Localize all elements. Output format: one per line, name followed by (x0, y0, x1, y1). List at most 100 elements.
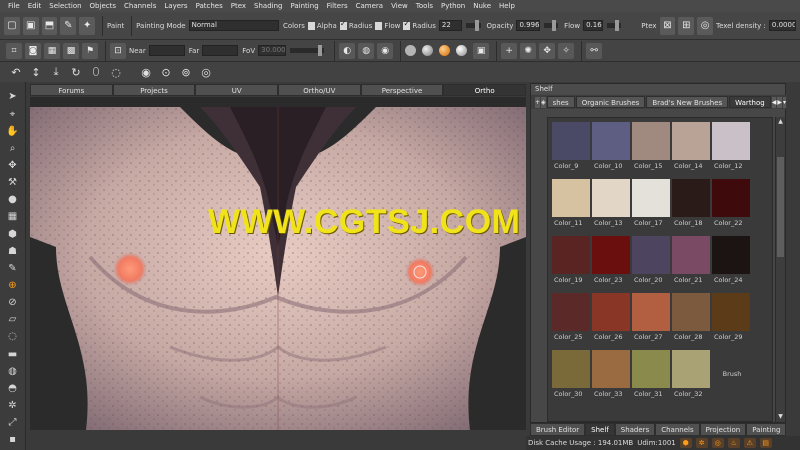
flow-checkbox[interactable] (403, 19, 411, 30)
opacity-input[interactable]: 0.996 (516, 20, 541, 31)
wireframe-icon[interactable]: ◍ (358, 42, 375, 59)
shelf-next-icon[interactable]: ▶ (777, 96, 782, 108)
full-shaded-sphere-icon[interactable] (439, 45, 451, 56)
menu-item-objects[interactable]: Objects (86, 0, 120, 12)
scale-icon[interactable]: ⬯ (88, 64, 104, 80)
menu-item-ptex[interactable]: Ptex (227, 0, 250, 12)
fov-input[interactable]: 30.000 (258, 45, 287, 56)
paint-brush-icon[interactable]: ⚒ (5, 176, 21, 190)
color-swatch[interactable]: Color_21 (672, 236, 710, 292)
menu-item-nuke[interactable]: Nuke (469, 0, 495, 12)
3d-viewport[interactable] (30, 97, 526, 430)
rotate-icon[interactable]: ↻ (68, 64, 84, 80)
cube-icon[interactable]: ▦ (44, 42, 60, 59)
radius-input[interactable]: 22 (438, 20, 463, 31)
lasso-icon[interactable]: ◌ (108, 64, 124, 80)
panel-tab-channels[interactable]: Channels (655, 423, 700, 436)
clone-icon[interactable]: ⊘ (5, 296, 21, 310)
fill-icon[interactable]: ◍ (5, 364, 21, 378)
flow-slider[interactable] (607, 20, 622, 31)
flat-sphere-icon[interactable] (405, 45, 417, 56)
move-light-icon[interactable]: ✥ (539, 42, 556, 59)
lit-sphere-icon[interactable] (422, 45, 434, 56)
menu-item-filters[interactable]: Filters (323, 0, 352, 12)
screenshot-icon[interactable]: ◙ (25, 42, 41, 59)
status-target-icon[interactable]: ◎ (711, 438, 724, 448)
transform-icon[interactable]: ⌖ (5, 107, 21, 121)
color-swatch[interactable]: Color_27 (632, 293, 670, 349)
menu-item-tools[interactable]: Tools (412, 0, 437, 12)
eye-plus-icon[interactable]: ⊙ (158, 64, 174, 80)
eyedropper-icon[interactable]: ⤢ (5, 416, 21, 430)
shelf-scrollbar[interactable]: ▲ ▼ (775, 117, 785, 422)
color-swatch[interactable]: Color_20 (632, 236, 670, 292)
radius-slider[interactable] (466, 20, 481, 31)
color-swatch[interactable]: Color_30 (552, 350, 590, 406)
menu-item-shading[interactable]: Shading (250, 0, 286, 12)
shelf-menu-icon[interactable]: ▾ (782, 96, 786, 108)
pan-icon[interactable]: ✥ (5, 159, 21, 173)
panel-tab-painting[interactable]: Painting (746, 423, 787, 436)
color-swatch[interactable]: Color_23 (592, 236, 630, 292)
light-settings-icon[interactable]: ✧ (558, 42, 575, 59)
move-vertical-icon[interactable]: ↕ (28, 64, 44, 80)
painting-mode-select[interactable]: Normal (188, 20, 279, 31)
settings-icon[interactable]: ✲ (5, 399, 21, 413)
color-swatch[interactable]: Color_12 (712, 122, 750, 178)
menu-item-patches[interactable]: Patches (192, 0, 227, 12)
scroll-down-icon[interactable]: ▼ (776, 412, 785, 422)
paint-active-icon[interactable]: ⊕ (5, 279, 21, 293)
menu-item-camera[interactable]: Camera (352, 0, 387, 12)
undo-icon[interactable]: ↶ (8, 64, 24, 80)
status-gear-icon[interactable]: ✲ (695, 438, 708, 448)
color-swatch[interactable]: Color_15 (632, 122, 670, 178)
uv-grid-icon[interactable]: ▣ (473, 42, 490, 59)
color-swatch[interactable]: Color_31 (632, 350, 670, 406)
smudge-icon[interactable]: ☗ (5, 244, 21, 258)
status-warning-icon[interactable]: ⚠ (743, 438, 756, 448)
scroll-thumb[interactable] (777, 157, 784, 257)
color-swatch[interactable]: Color_10 (592, 122, 630, 178)
color-swatch[interactable]: Color_28 (672, 293, 710, 349)
panel-tab-projection[interactable]: Projection (699, 423, 747, 436)
menu-item-python[interactable]: Python (437, 0, 469, 12)
far-input[interactable] (202, 45, 239, 56)
status-log-icon[interactable]: ▤ (759, 438, 772, 448)
zoom-icon[interactable]: ⌕ (5, 141, 21, 155)
tab-uv[interactable]: UV (195, 84, 279, 96)
fov-slider[interactable] (290, 45, 325, 56)
erase-icon[interactable]: ▱ (5, 313, 21, 327)
ptex-checker-icon[interactable]: ⊠ (659, 16, 676, 35)
brush-icon[interactable]: ✦ (79, 16, 96, 35)
save-icon[interactable]: ▣ (22, 16, 39, 35)
menu-item-help[interactable]: Help (495, 0, 519, 12)
move-down-icon[interactable]: ⤓ (48, 64, 64, 80)
grid-icon[interactable]: ▩ (63, 42, 79, 59)
color-swatch[interactable]: Color_9 (552, 122, 590, 178)
lock-view-icon[interactable]: ⊡ (110, 42, 126, 59)
shelf-prev-icon[interactable]: ◀ (771, 96, 777, 108)
status-hex-icon[interactable]: ⬢ (679, 438, 692, 448)
scroll-up-icon[interactable]: ▲ (776, 117, 785, 127)
texture-icon[interactable]: ▦ (5, 210, 21, 224)
near-input[interactable] (148, 45, 185, 56)
menu-item-painting[interactable]: Painting (286, 0, 322, 12)
blur-icon[interactable]: ◌ (5, 330, 21, 344)
pin-icon[interactable]: ✎ (5, 261, 21, 275)
color-swatch[interactable]: Color_18 (672, 179, 710, 235)
color-swatch[interactable]: Color_29 (712, 293, 750, 349)
flow-input[interactable]: 0.160 (583, 20, 604, 31)
panel-tab-shaders[interactable]: Shaders (614, 423, 656, 436)
panel-tab-shelf[interactable]: Shelf (585, 423, 615, 436)
eye-minus-icon[interactable]: ⊚ (178, 64, 194, 80)
shelf-remove-icon[interactable]: ◈ (541, 96, 546, 108)
shelf-tab-organic-brushes[interactable]: Organic Brushes (575, 96, 646, 108)
light-icon[interactable]: ✺ (520, 42, 537, 59)
radius-checkbox[interactable] (375, 21, 383, 30)
colors-checkbox[interactable] (307, 21, 315, 30)
gradient-icon[interactable]: ▬ (5, 347, 21, 361)
paint-tool-icon[interactable]: ✎ (60, 16, 77, 35)
import-icon[interactable]: ⬒ (41, 16, 58, 35)
link-icon[interactable]: ⚯ (586, 42, 603, 59)
camera-icon[interactable]: ⌗ (6, 42, 22, 59)
